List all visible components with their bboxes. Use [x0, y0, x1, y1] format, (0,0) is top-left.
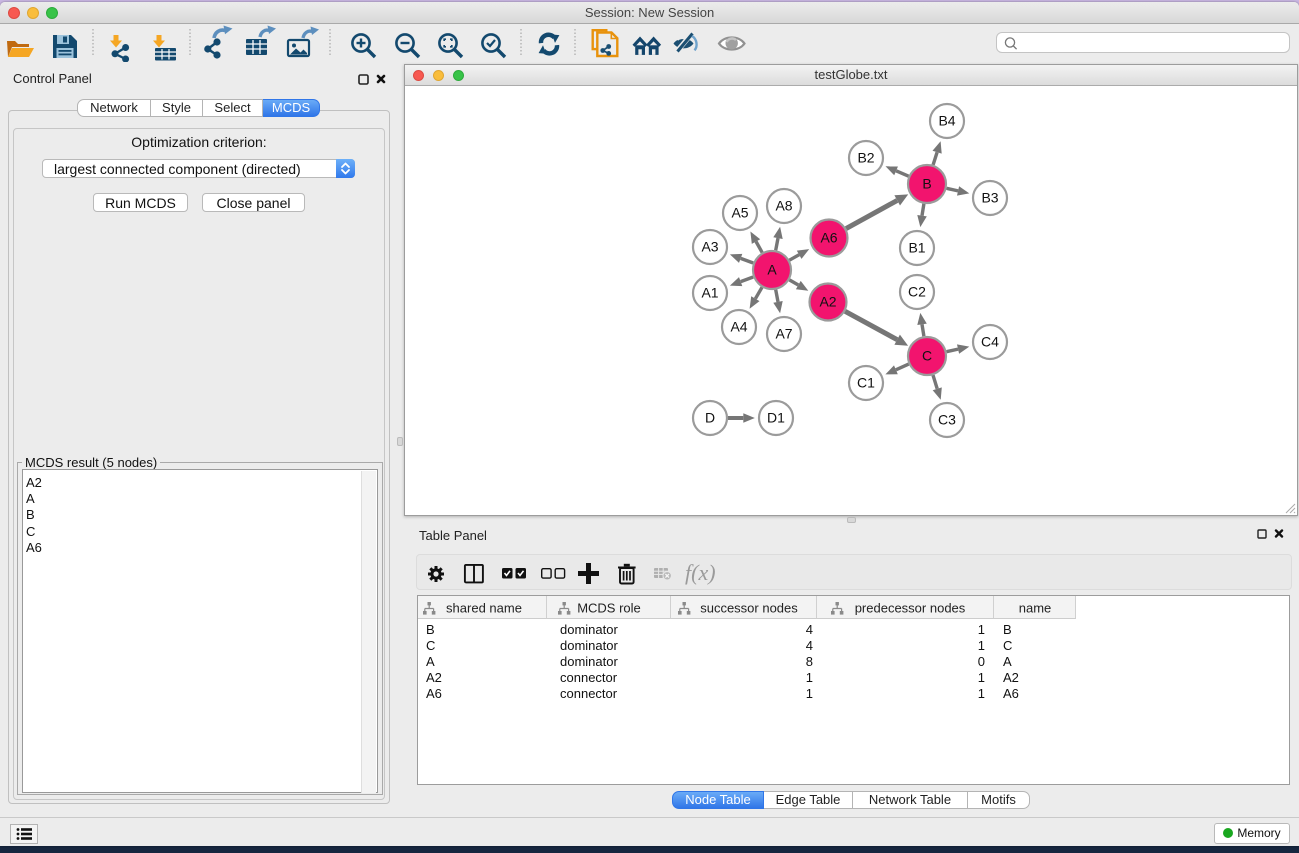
svg-text:A6: A6 — [820, 230, 837, 246]
svg-text:A8: A8 — [775, 198, 792, 214]
svg-text:C4: C4 — [981, 334, 999, 350]
svg-text:A: A — [767, 262, 777, 278]
svg-text:f(x): f(x) — [685, 560, 716, 585]
svg-text:A3: A3 — [701, 239, 718, 255]
svg-text:MCDS role: MCDS role — [577, 601, 641, 616]
svg-text:C1: C1 — [857, 375, 875, 391]
svg-text:C: C — [922, 348, 932, 364]
svg-text:A7: A7 — [775, 326, 792, 342]
svg-text:A4: A4 — [730, 319, 747, 335]
svg-text:name: name — [1019, 601, 1052, 616]
svg-text:B2: B2 — [857, 150, 874, 166]
svg-text:B1: B1 — [908, 240, 925, 256]
svg-text:D1: D1 — [767, 410, 785, 426]
svg-text:predecessor nodes: predecessor nodes — [855, 601, 966, 616]
svg-text:shared name: shared name — [446, 601, 522, 616]
svg-text:B4: B4 — [938, 113, 955, 129]
svg-text:A1: A1 — [701, 285, 718, 301]
svg-text:A5: A5 — [731, 205, 748, 221]
svg-text:D: D — [705, 410, 715, 426]
svg-text:C3: C3 — [938, 412, 956, 428]
svg-text:B3: B3 — [981, 190, 998, 206]
svg-text:B: B — [922, 176, 931, 192]
svg-text:C2: C2 — [908, 284, 926, 300]
svg-text:successor nodes: successor nodes — [700, 601, 798, 616]
svg-text:A2: A2 — [819, 294, 836, 310]
